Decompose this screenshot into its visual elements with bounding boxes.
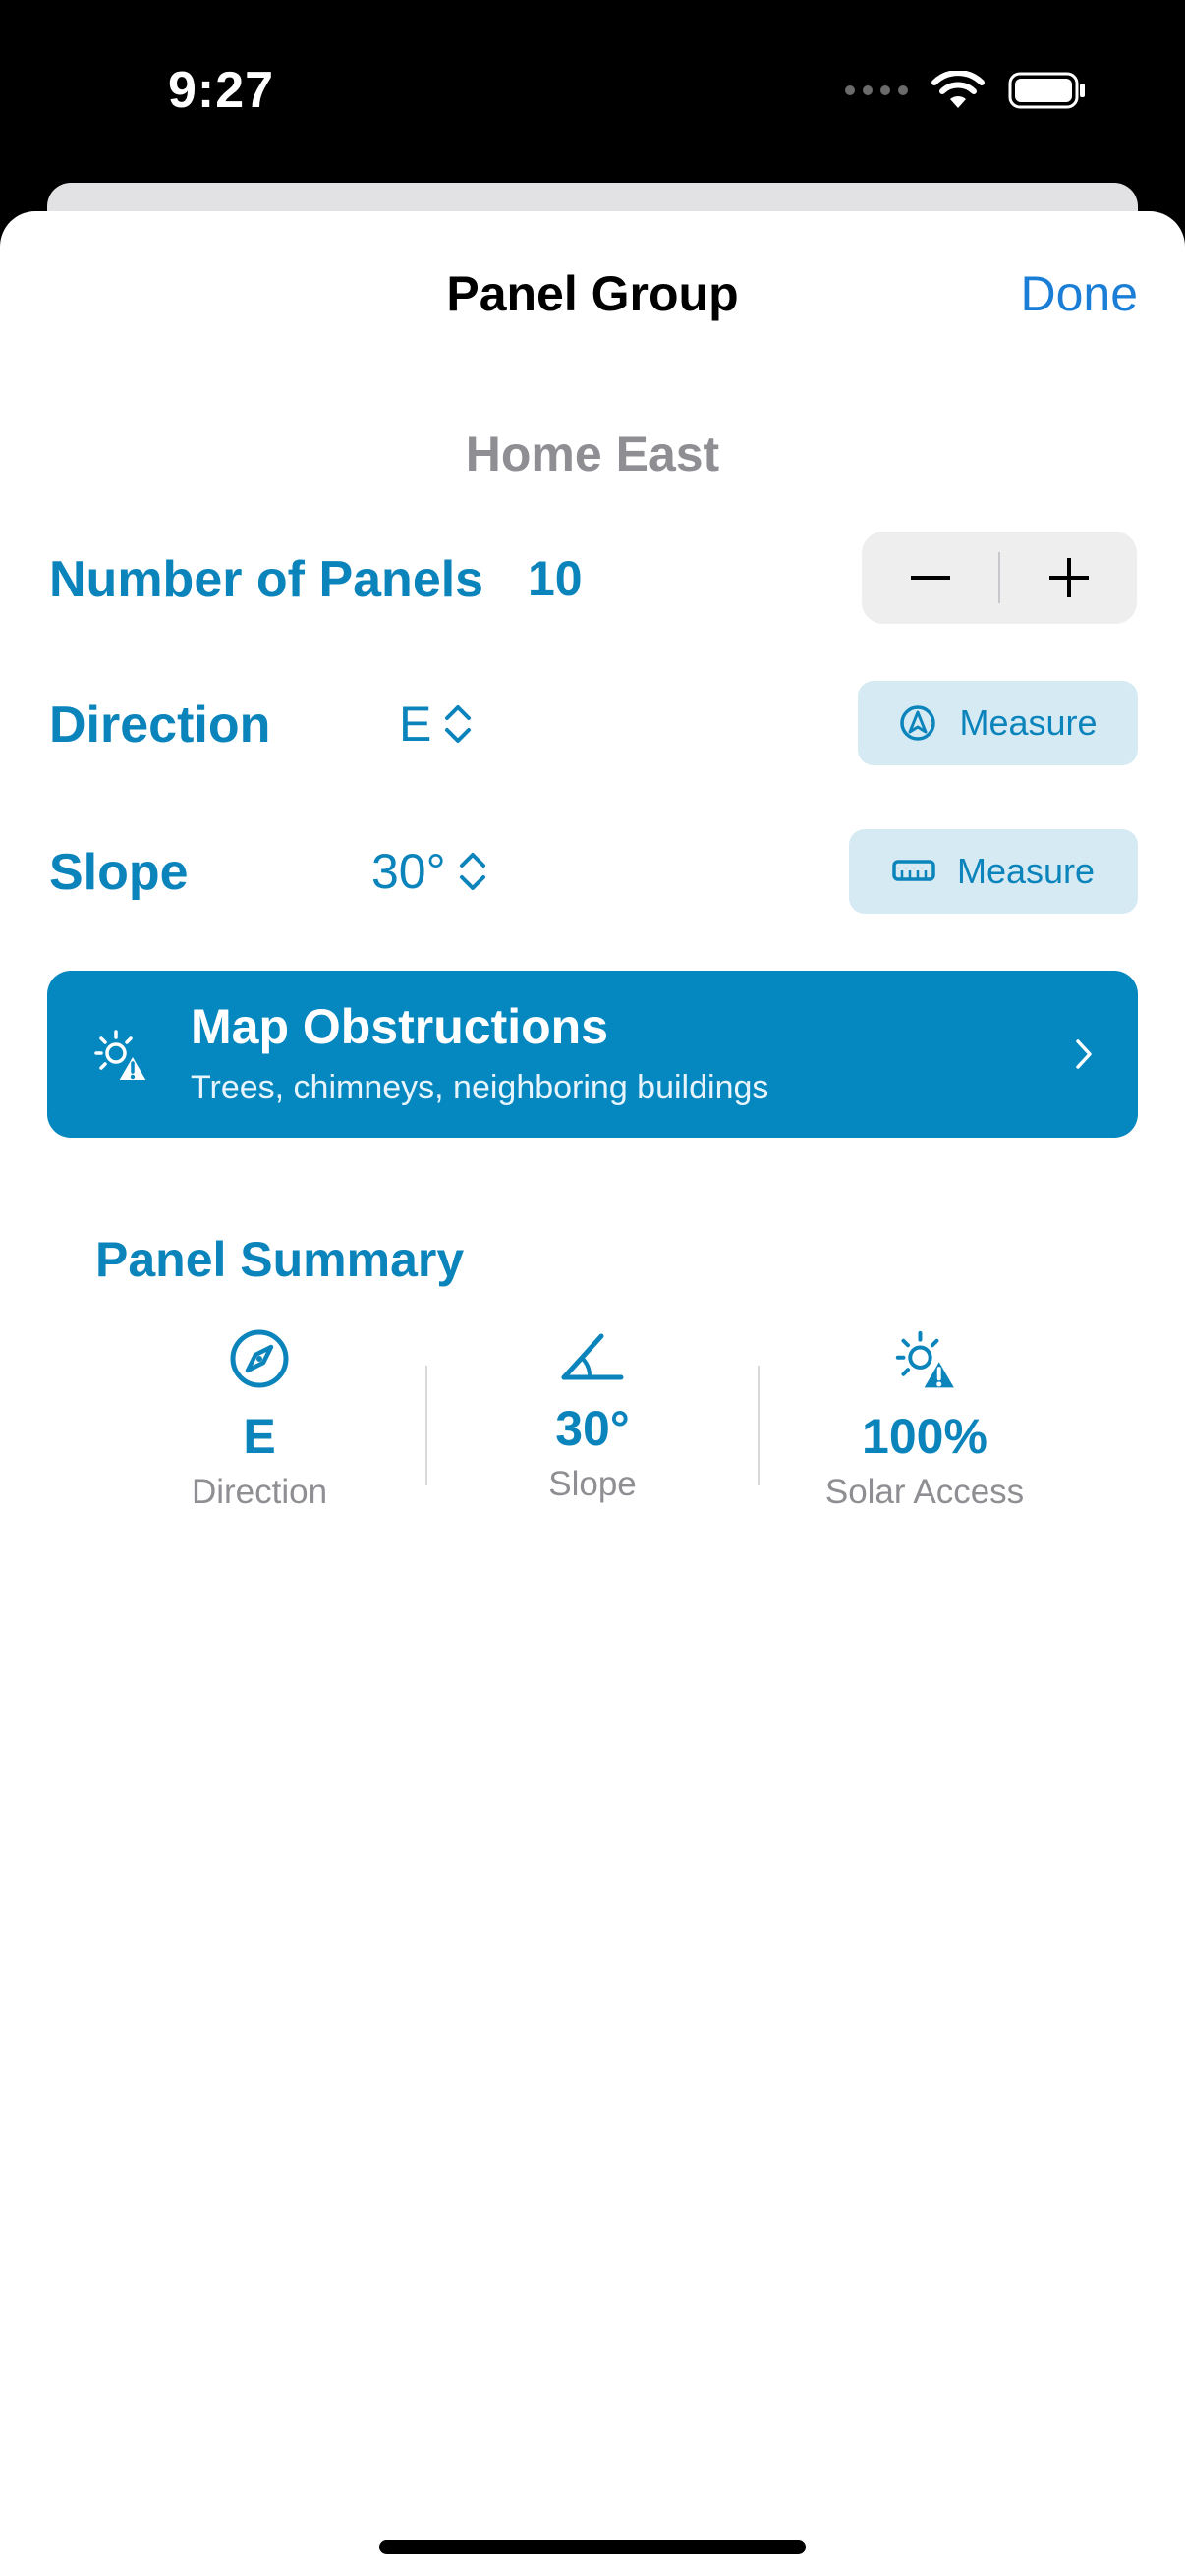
status-time: 9:27 bbox=[167, 62, 275, 119]
measure-direction-label: Measure bbox=[959, 702, 1098, 743]
map-obstructions-button[interactable]: Map Obstructions Trees, chimneys, neighb… bbox=[47, 971, 1138, 1138]
summary-solar-value: 100% bbox=[862, 1409, 988, 1464]
compass-icon bbox=[230, 1329, 289, 1388]
home-indicator[interactable] bbox=[379, 2540, 806, 2554]
direction-picker[interactable]: E bbox=[399, 696, 473, 753]
direction-value: E bbox=[399, 697, 432, 752]
obstructions-subtitle: Trees, chimneys, neighboring buildings bbox=[191, 1069, 769, 1106]
status-icons bbox=[845, 71, 1087, 110]
decrement-button[interactable] bbox=[862, 532, 998, 624]
summary-divider bbox=[425, 1366, 427, 1485]
location-arrow-circle-icon bbox=[900, 705, 936, 741]
summary-solar-access: 100% Solar Access bbox=[777, 1326, 1072, 1512]
measure-slope-button[interactable]: Measure bbox=[849, 829, 1138, 914]
panel-group-sheet: Panel Group Done Home East Number of Pan… bbox=[0, 211, 1185, 2576]
chevron-right-icon bbox=[1076, 1039, 1092, 1069]
summary-divider bbox=[758, 1366, 760, 1485]
sheet-title: Panel Group bbox=[446, 266, 739, 321]
summary-solar-label: Solar Access bbox=[824, 1473, 1025, 1511]
angle-icon bbox=[561, 1333, 624, 1380]
summary-direction-label: Direction bbox=[191, 1473, 328, 1511]
summary-slope: 30° Slope bbox=[445, 1326, 740, 1504]
chevron-up-down-icon bbox=[459, 853, 485, 890]
summary-slope-value: 30° bbox=[555, 1401, 630, 1456]
panels-value: 10 bbox=[528, 551, 583, 606]
summary-title: Panel Summary bbox=[95, 1232, 465, 1287]
level-icon bbox=[892, 860, 935, 881]
obstructions-title: Map Obstructions bbox=[191, 999, 609, 1054]
summary-slope-label: Slope bbox=[548, 1465, 637, 1503]
slope-picker[interactable]: 30° bbox=[371, 843, 487, 900]
panels-label: Number of Panels bbox=[49, 551, 484, 608]
battery-icon bbox=[1008, 72, 1085, 109]
wifi-icon bbox=[931, 71, 985, 108]
minus-icon bbox=[910, 576, 950, 580]
summary-direction-value: E bbox=[243, 1409, 276, 1464]
chevron-up-down-icon bbox=[445, 705, 472, 743]
increment-button[interactable] bbox=[1000, 532, 1137, 624]
done-button[interactable]: Done bbox=[1020, 265, 1138, 322]
slope-value: 30° bbox=[371, 844, 446, 899]
direction-label: Direction bbox=[49, 697, 271, 754]
group-name: Home East bbox=[465, 426, 720, 481]
sun-warning-icon bbox=[895, 1330, 958, 1390]
sun-warning-icon bbox=[94, 1030, 149, 1082]
plus-icon bbox=[1048, 558, 1089, 597]
measure-slope-label: Measure bbox=[956, 851, 1096, 891]
panels-stepper[interactable] bbox=[862, 532, 1137, 624]
cellular-dots-icon bbox=[845, 85, 908, 95]
summary-direction: E Direction bbox=[112, 1326, 407, 1512]
slope-label: Slope bbox=[49, 844, 189, 901]
measure-direction-button[interactable]: Measure bbox=[858, 681, 1138, 765]
status-bar: 9:27 bbox=[0, 0, 1185, 187]
